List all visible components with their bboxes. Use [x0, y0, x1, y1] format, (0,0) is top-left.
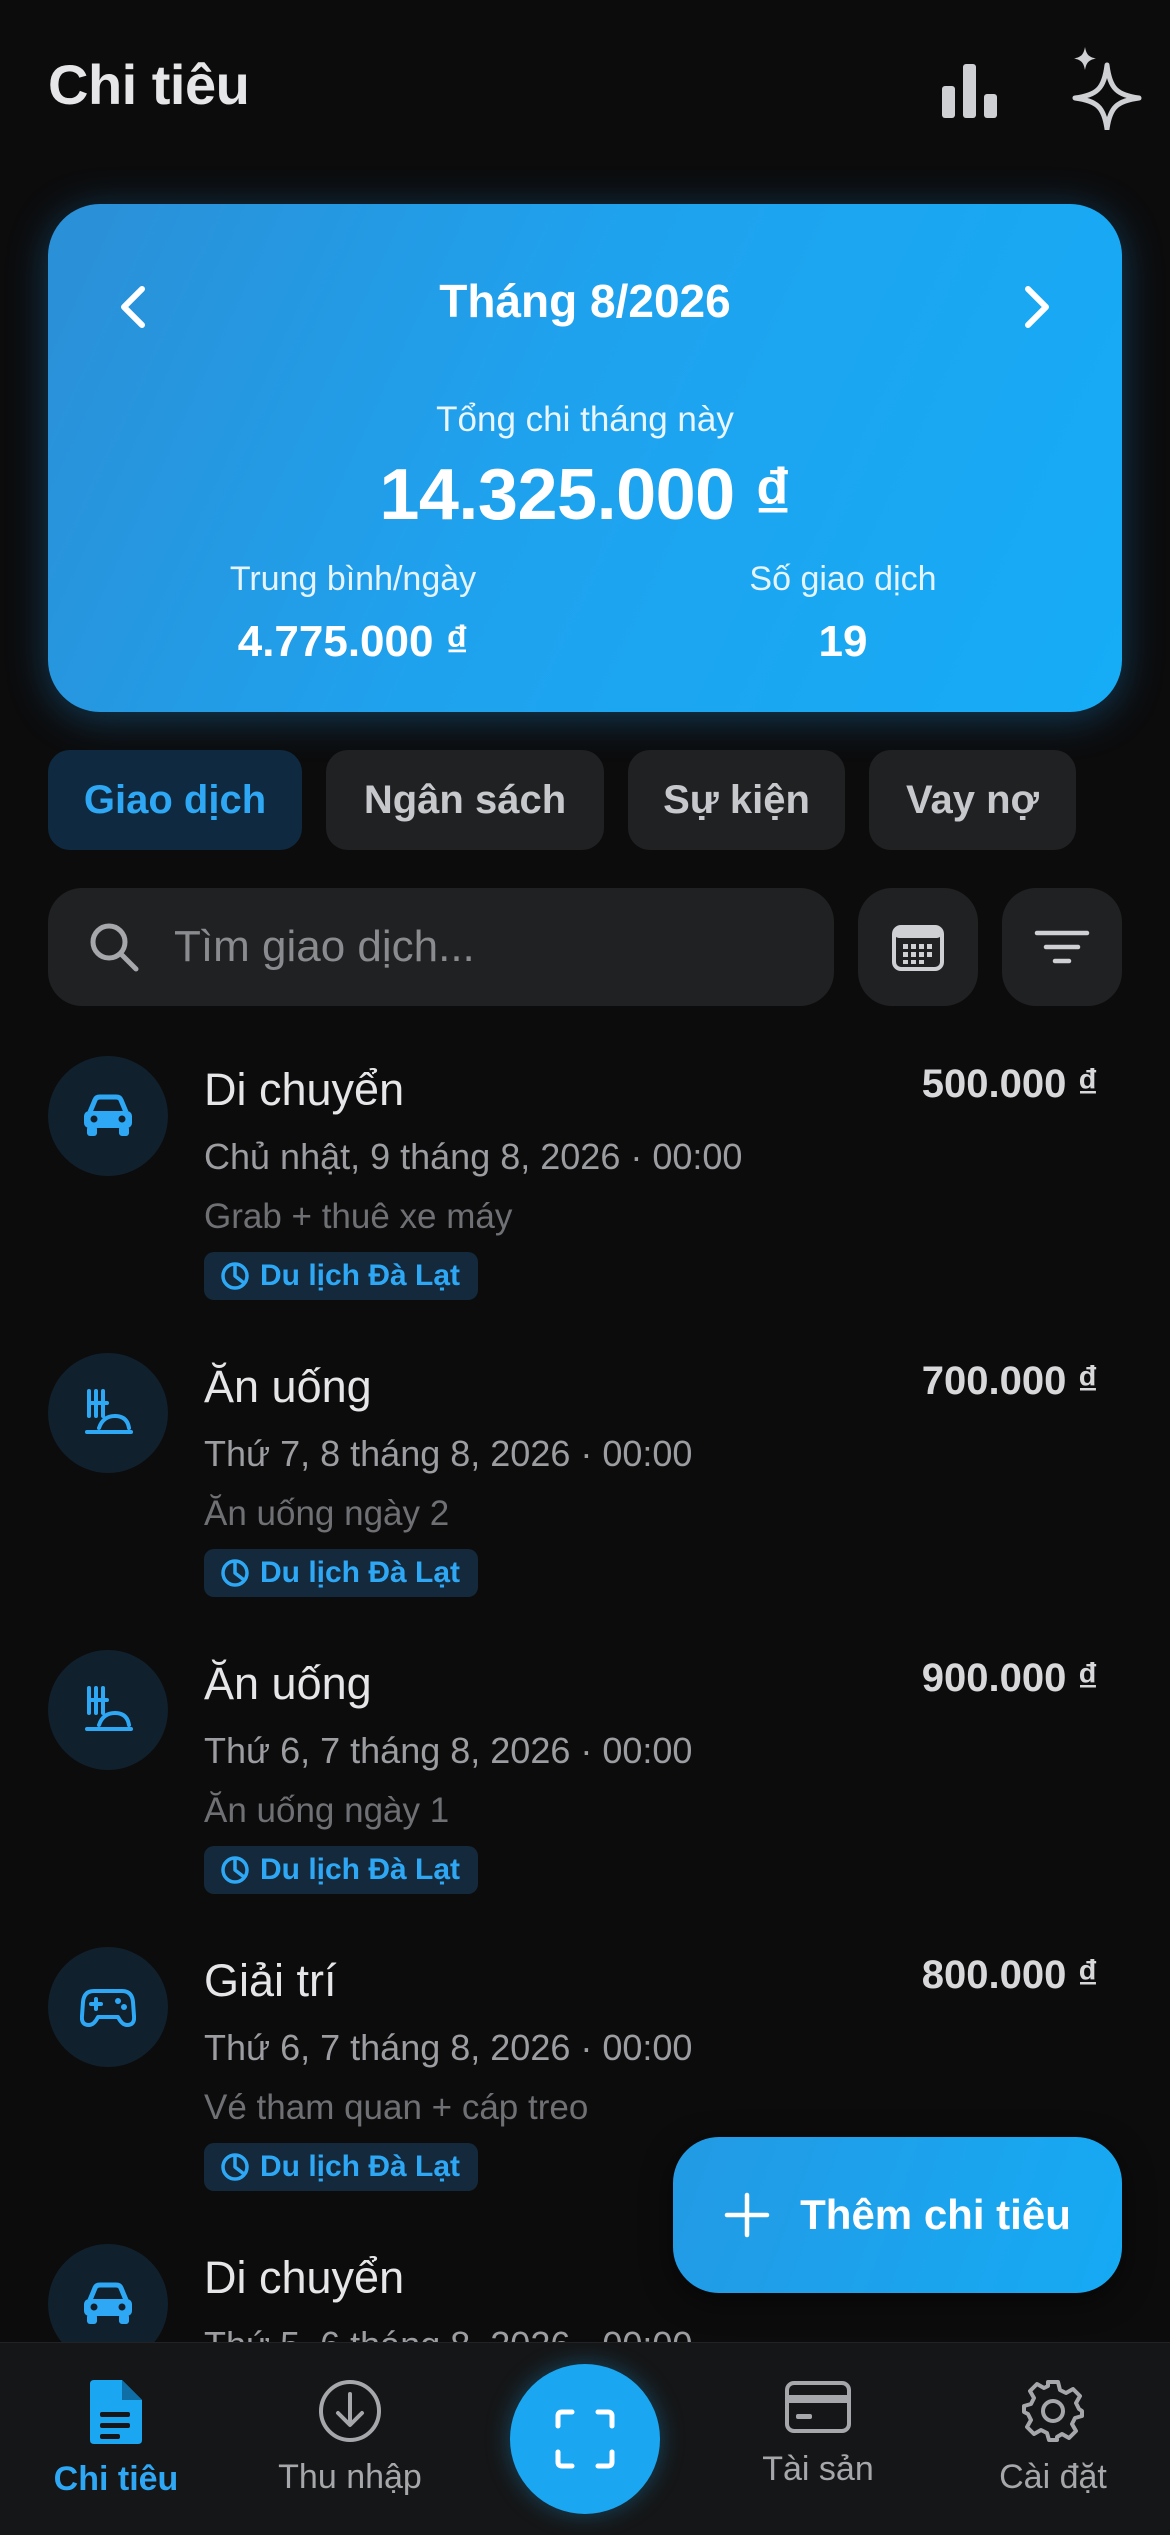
total-value: 14.325.000 ₫: [379, 455, 791, 535]
nav-settings[interactable]: Cài đặt: [963, 2378, 1143, 2497]
total-label: Tổng chi tháng này: [436, 400, 734, 439]
pie-chart-icon: [221, 1262, 249, 1290]
filter-icon: [1034, 930, 1090, 964]
filter-button[interactable]: [1002, 888, 1122, 1006]
average-label: Trung bình/ngày: [229, 560, 477, 598]
month-label: Tháng 8/2026: [439, 275, 731, 327]
nav-settings-label: Cài đặt: [999, 2458, 1107, 2496]
transaction-note: Vé tham quan + cáp treo: [204, 2088, 589, 2127]
card-icon: [785, 2381, 851, 2433]
event-tag[interactable]: Du lịch Đà Lạt: [204, 1252, 479, 1300]
transaction-category: Ăn uống: [204, 1658, 372, 1709]
count-value: 19: [818, 617, 868, 666]
transaction-amount: 900.000 ₫: [921, 1656, 1098, 1700]
average-value: 4.775.000 ₫: [237, 617, 469, 666]
search-icon: [84, 917, 144, 977]
document-icon: [90, 2380, 142, 2444]
nav-expenses-label: Chi tiêu: [53, 2460, 179, 2498]
event-tag-label: Du lịch Đà Lạt: [260, 1556, 461, 1589]
nav-assets[interactable]: Tài sản: [728, 2378, 908, 2489]
transaction-note: Ăn uống ngày 2: [204, 1494, 450, 1533]
transaction-amount: 800.000 ₫: [921, 1953, 1098, 1997]
event-tag[interactable]: Du lịch Đà Lạt: [204, 1549, 479, 1597]
tab-transactions[interactable]: Giao dịch: [48, 750, 302, 850]
search-input[interactable]: [174, 922, 814, 972]
transaction-item[interactable]: Ăn uống 700.000 ₫ Thứ 7, 8 tháng 8, 2026…: [0, 1353, 1170, 1643]
ai-assistant-button[interactable]: [1060, 40, 1150, 135]
average-per-day: Trung bình/ngày 4.775.000 ₫: [188, 560, 518, 667]
transaction-date: Thứ 7, 8 tháng 8, 2026 · 00:00: [204, 1433, 693, 1474]
transaction-item[interactable]: Ăn uống 900.000 ₫ Thứ 6, 7 tháng 8, 2026…: [0, 1650, 1170, 1940]
pie-chart-icon: [221, 2153, 249, 2181]
next-month-button[interactable]: [1002, 272, 1072, 342]
food-icon: [48, 1650, 168, 1770]
nav-expenses[interactable]: Chi tiêu: [26, 2378, 206, 2499]
nav-assets-label: Tài sản: [762, 2450, 874, 2488]
scan-receipt-button[interactable]: [510, 2364, 660, 2514]
nav-income[interactable]: Thu nhập: [260, 2378, 440, 2497]
transaction-category: Giải trí: [204, 1955, 337, 2006]
transaction-category: Ăn uống: [204, 1361, 372, 1412]
transaction-amount: 700.000 ₫: [921, 1359, 1098, 1403]
bar-chart-icon: [942, 64, 997, 118]
food-icon: [48, 1353, 168, 1473]
transaction-item[interactable]: Di chuyển 500.000 ₫ Chủ nhật, 9 tháng 8,…: [0, 1056, 1170, 1346]
expense-screen: Chi tiêu Tháng 8/2026 Tổng chi tháng này…: [0, 0, 1170, 2535]
plus-icon: [724, 2192, 770, 2238]
event-tag[interactable]: Du lịch Đà Lạt: [204, 1846, 479, 1894]
transaction-date: Thứ 6, 7 tháng 8, 2026 · 00:00: [204, 2027, 693, 2068]
event-tag[interactable]: Du lịch Đà Lạt: [204, 2143, 479, 2191]
transaction-amount: 500.000 ₫: [921, 1062, 1098, 1106]
add-expense-label: Thêm chi tiêu: [800, 2191, 1071, 2238]
download-circle-icon: [319, 2380, 381, 2442]
calendar-button[interactable]: [858, 888, 978, 1006]
transaction-count: Số giao dịch 19: [678, 560, 1008, 667]
sparkle-icon: [1072, 47, 1142, 130]
transaction-category: Di chuyển: [204, 2252, 405, 2303]
transaction-note: Ăn uống ngày 1: [204, 1791, 450, 1830]
pie-chart-icon: [221, 1559, 249, 1587]
event-tag-label: Du lịch Đà Lạt: [260, 1853, 461, 1886]
scan-icon: [555, 2409, 615, 2469]
gear-icon: [1022, 2380, 1084, 2442]
transaction-date: Thứ 6, 7 tháng 8, 2026 · 00:00: [204, 1730, 693, 1771]
count-label: Số giao dịch: [749, 560, 937, 598]
nav-income-label: Thu nhập: [278, 2458, 422, 2496]
page-title: Chi tiêu: [48, 53, 250, 116]
transaction-note: Grab + thuê xe máy: [204, 1197, 513, 1236]
event-tag-label: Du lịch Đà Lạt: [260, 2150, 461, 2183]
car-icon: [48, 1056, 168, 1176]
event-tag-label: Du lịch Đà Lạt: [260, 1259, 461, 1292]
pie-chart-icon: [221, 1856, 249, 1884]
monthly-summary-card: Tháng 8/2026 Tổng chi tháng này 14.325.0…: [48, 204, 1122, 712]
search-bar: [48, 888, 834, 1006]
gamepad-icon: [48, 1947, 168, 2067]
calendar-icon: [892, 925, 944, 971]
tab-events[interactable]: Sự kiện: [628, 750, 845, 850]
transaction-date: Chủ nhật, 9 tháng 8, 2026 · 00:00: [204, 1136, 743, 1177]
add-expense-button[interactable]: Thêm chi tiêu: [673, 2137, 1122, 2293]
tab-loans[interactable]: Vay nợ: [869, 750, 1076, 850]
transaction-category: Di chuyển: [204, 1064, 405, 1115]
chevron-right-icon: [1025, 286, 1049, 328]
statistics-button[interactable]: [930, 50, 1010, 130]
tab-budget[interactable]: Ngân sách: [326, 750, 604, 850]
